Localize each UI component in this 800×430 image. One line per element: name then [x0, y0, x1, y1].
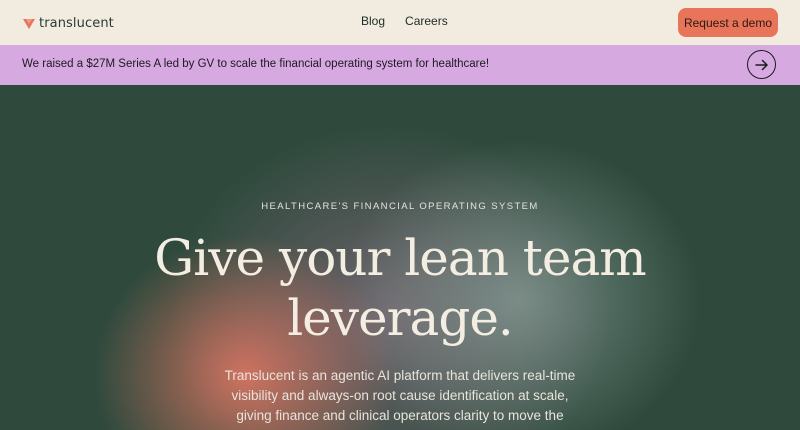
hero-subtext: Translucent is an agentic AI platform th… — [224, 368, 576, 430]
hero-section: HEALTHCARE'S FINANCIAL OPERATING SYSTEM … — [0, 85, 800, 430]
request-demo-button[interactable]: Request a demo — [678, 8, 778, 37]
nav-link-careers[interactable]: Careers — [405, 14, 448, 28]
nav-link-blog[interactable]: Blog — [361, 14, 385, 28]
hero-headline-line2: leverage. — [287, 289, 514, 347]
brand-logo[interactable]: translucent — [22, 13, 114, 33]
announcement-text[interactable]: We raised a $27M Series A led by GV to s… — [22, 58, 489, 70]
announcement-banner: We raised a $27M Series A led by GV to s… — [0, 45, 800, 85]
hero-headline-line1: Give your lean team — [154, 229, 646, 287]
logo-mark-icon — [23, 19, 35, 29]
announcement-arrow-button[interactable] — [747, 50, 776, 79]
hero-headline: Give your lean team leverage. — [0, 228, 800, 348]
top-navigation: translucent Blog Careers Request a demo — [0, 0, 800, 45]
hero-eyebrow: HEALTHCARE'S FINANCIAL OPERATING SYSTEM — [261, 201, 539, 212]
arrow-right-icon — [754, 59, 768, 70]
brand-name: translucent — [39, 15, 114, 31]
nav-links: Blog Careers — [361, 14, 448, 28]
